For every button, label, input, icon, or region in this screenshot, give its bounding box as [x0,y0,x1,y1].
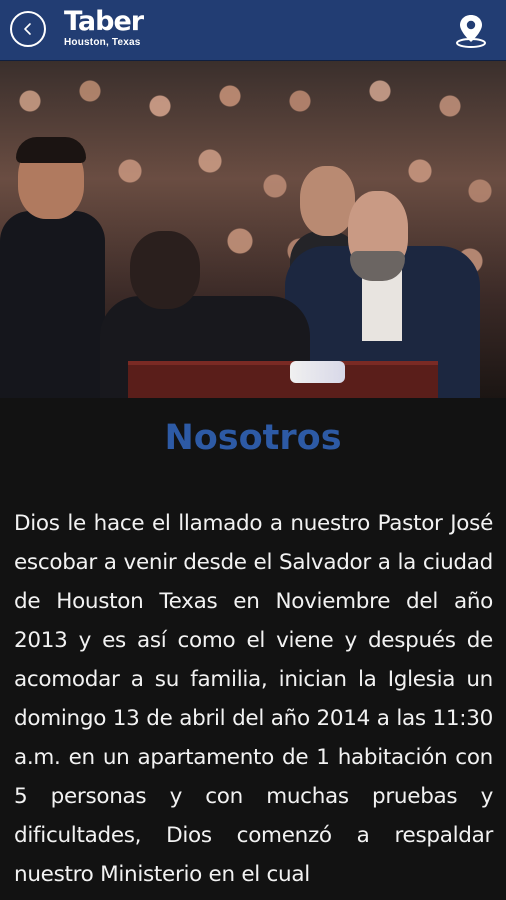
map-pin-icon [456,15,486,48]
chevron-left-icon [24,23,31,35]
back-button[interactable] [10,11,46,47]
brand-logo: Taber Houston, Texas [64,6,144,48]
about-text: Dios le hace el llamado a nuestro Pastor… [14,511,493,887]
person-back-head [300,166,355,236]
location-button[interactable] [454,12,488,48]
person-left-hair [16,137,86,163]
person-middle-head [130,231,200,309]
brand-location: Houston, Texas [64,37,141,48]
section-title: Nosotros [164,418,342,458]
person-left [0,211,105,398]
hero-photo [0,61,506,398]
top-app-bar: Taber Houston, Texas [0,0,506,61]
brand-name: Taber [64,6,144,37]
folded-flag [290,361,345,383]
podium [128,361,438,398]
